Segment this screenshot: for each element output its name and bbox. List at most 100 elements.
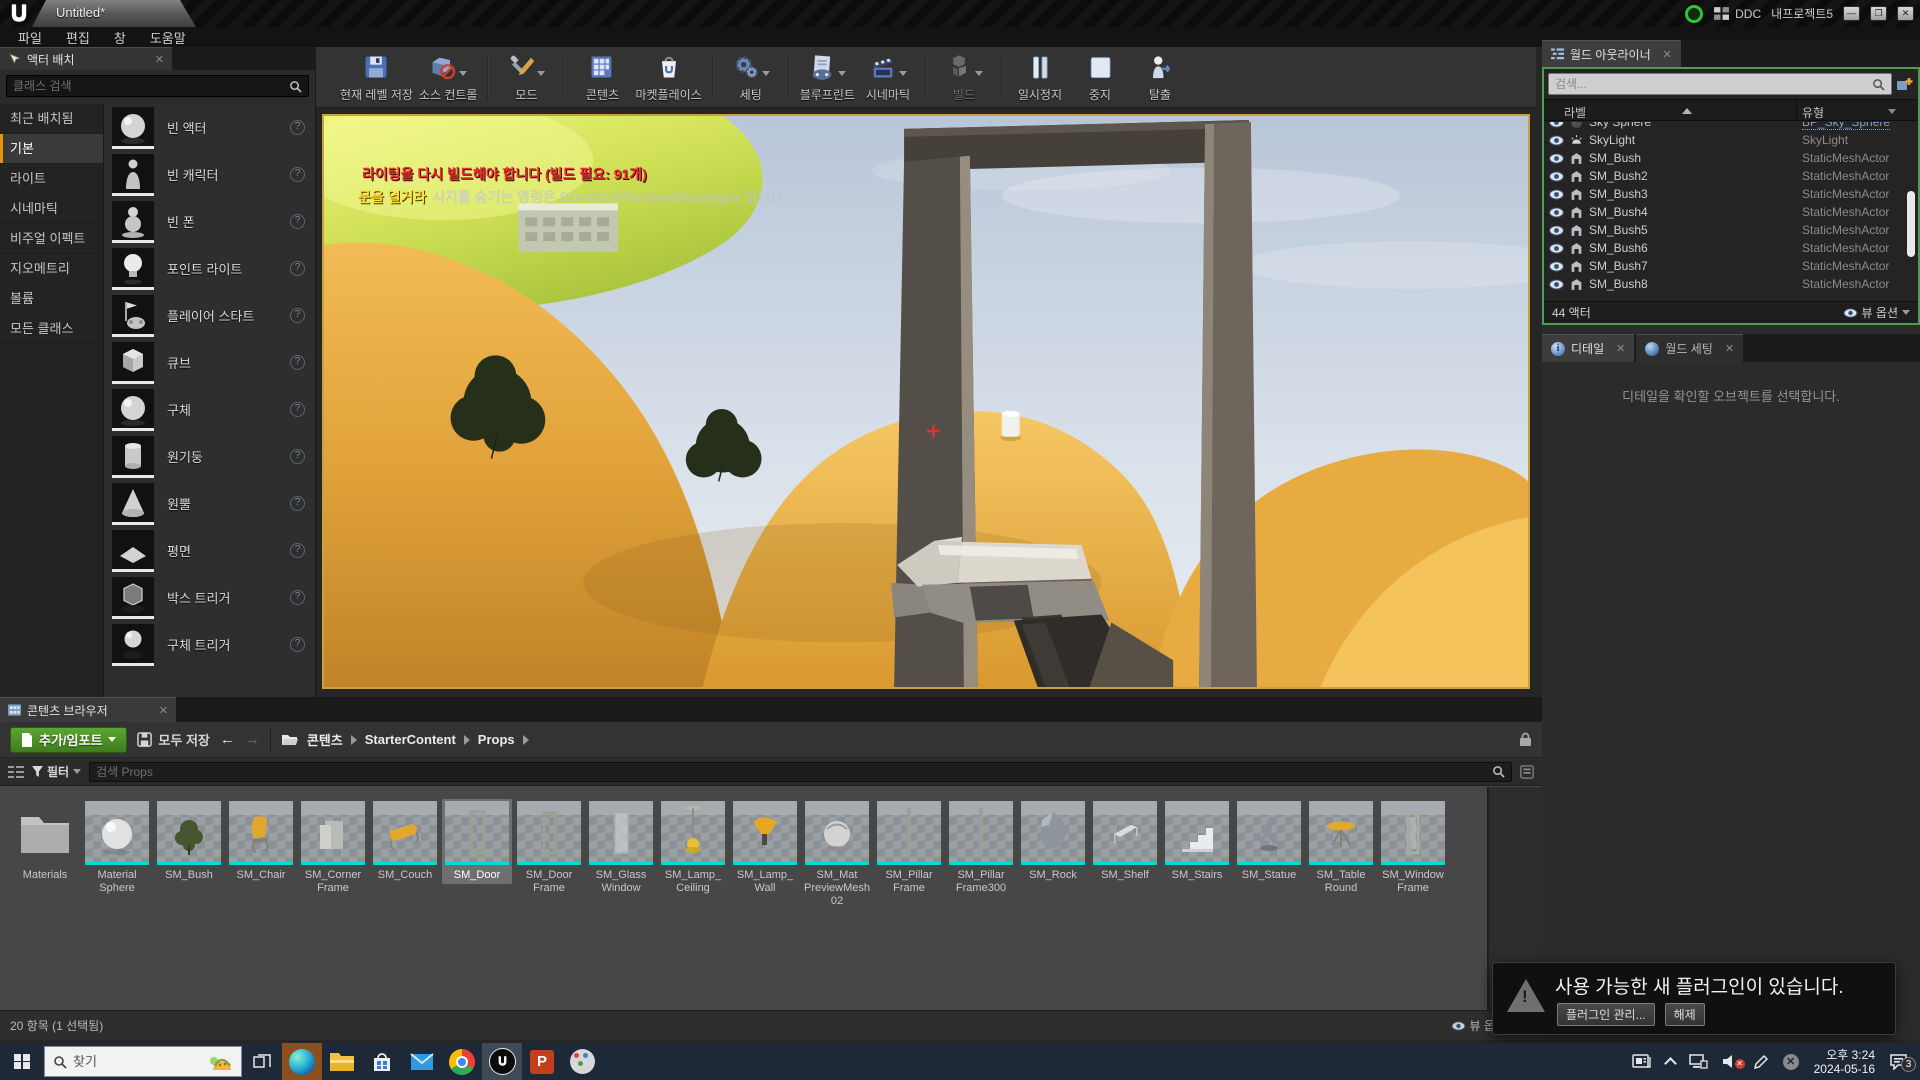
place-actor-item[interactable]: 빈 액터 ? <box>104 104 315 151</box>
place-actor-item[interactable]: 큐브 ? <box>104 339 315 386</box>
save-all-button[interactable]: 모두 저장 <box>137 730 209 749</box>
outliner-row[interactable]: SM_Bush5 StaticMeshActor <box>1544 221 1918 239</box>
taskbar-explorer[interactable] <box>322 1043 362 1080</box>
minimize-button[interactable]: — <box>1843 6 1860 21</box>
saved-search-icon[interactable] <box>1520 765 1534 779</box>
close-icon[interactable]: ✕ <box>1725 342 1734 355</box>
asset-search-input[interactable] <box>96 765 1492 779</box>
filter-button[interactable]: 필터 <box>32 763 81 780</box>
outliner-row[interactable]: Sky Sphere BP_Sky_Sphere <box>1544 122 1918 131</box>
close-icon[interactable]: ✕ <box>1663 48 1672 61</box>
asset-item[interactable]: SM_Lamp_ Wall <box>730 799 800 897</box>
outliner-scrollbar[interactable] <box>1907 191 1915 257</box>
place-actor-item[interactable]: 박스 트리거 ? <box>104 574 315 621</box>
hidden-icons-chevron[interactable] <box>1659 1055 1682 1068</box>
category-item[interactable]: 시네마틱 <box>0 194 103 224</box>
world-settings-tab[interactable]: 월드 세팅 ✕ <box>1636 334 1743 362</box>
visibility-eye-icon[interactable] <box>1548 153 1565 164</box>
toolbar-source-button[interactable]: 소스 컨트롤 <box>419 52 478 103</box>
taskbar-search[interactable] <box>44 1046 242 1077</box>
world-outliner-tab[interactable]: 월드 아웃라이너 ✕ <box>1542 40 1681 67</box>
type-filter-icon[interactable] <box>1888 109 1896 114</box>
breadcrumb-startercontent[interactable]: StarterContent <box>365 732 456 747</box>
toolbar-modes-button[interactable]: 모드 <box>499 52 553 103</box>
close-icon[interactable]: ✕ <box>155 53 164 66</box>
place-actor-item[interactable]: 구체 ? <box>104 386 315 433</box>
toolbar-marketplace-button[interactable]: 마켓플레이스 <box>635 52 701 103</box>
help-icon[interactable]: ? <box>290 167 305 182</box>
visibility-eye-icon[interactable] <box>1548 135 1565 146</box>
volume-muted-icon[interactable]: ✕ <box>1715 1054 1746 1069</box>
visibility-eye-icon[interactable] <box>1548 279 1565 290</box>
taskbar-mail[interactable] <box>402 1043 442 1080</box>
chevron-down-icon[interactable] <box>899 71 907 76</box>
outliner-row[interactable]: SM_Bush StaticMeshActor <box>1544 149 1918 167</box>
visibility-eye-icon[interactable] <box>1548 122 1565 128</box>
breadcrumb-content[interactable]: 콘텐츠 <box>307 730 343 749</box>
visibility-eye-icon[interactable] <box>1548 171 1565 182</box>
visibility-eye-icon[interactable] <box>1548 207 1565 218</box>
outliner-row[interactable]: SM_Bush8 StaticMeshActor <box>1544 275 1918 293</box>
class-search-input[interactable] <box>13 79 289 93</box>
help-icon[interactable]: ? <box>290 355 305 370</box>
place-actor-item[interactable]: 플레이어 스타트 ? <box>104 292 315 339</box>
menu-window[interactable]: 창 <box>102 27 138 48</box>
asset-item[interactable]: SM_Shelf <box>1090 799 1160 884</box>
search-highlight-taco-icon[interactable] <box>209 1052 233 1072</box>
content-browser-tab[interactable]: 콘텐츠 브라우저 ✕ <box>0 697 176 722</box>
toolbar-stop-button[interactable]: 중지 <box>1073 52 1127 103</box>
outliner-row[interactable]: SM_Bush6 StaticMeshActor <box>1544 239 1918 257</box>
toolbar-blueprints-button[interactable]: 블루프린트 <box>800 52 855 103</box>
chevron-down-icon[interactable] <box>975 71 983 76</box>
help-icon[interactable]: ? <box>290 637 305 652</box>
asset-item[interactable]: SM_Pillar Frame300 <box>946 799 1016 897</box>
chevron-down-icon[interactable] <box>459 71 467 76</box>
help-icon[interactable]: ? <box>290 214 305 229</box>
taskbar-clock[interactable]: 오후 3:24 2024-05-16 <box>1806 1048 1883 1076</box>
details-tab[interactable]: i 디테일 ✕ <box>1542 334 1634 362</box>
sources-panel-icon[interactable] <box>8 765 24 779</box>
start-button[interactable] <box>0 1043 44 1080</box>
maximize-button[interactable]: ❐ <box>1870 6 1887 21</box>
toolbar-pause-button[interactable]: 일시정지 <box>1013 52 1067 103</box>
forward-button[interactable]: → <box>245 731 260 748</box>
visibility-eye-icon[interactable] <box>1548 261 1565 272</box>
taskbar-powerpoint[interactable]: P <box>522 1043 562 1080</box>
visibility-eye-icon[interactable] <box>1548 225 1565 236</box>
asset-item[interactable]: SM_Rock <box>1018 799 1088 884</box>
asset-item[interactable]: SM_Table Round <box>1306 799 1376 897</box>
widgets-icon[interactable] <box>1625 1054 1659 1070</box>
taskbar-chrome[interactable] <box>442 1043 482 1080</box>
breadcrumb-props[interactable]: Props <box>478 732 515 747</box>
asset-item[interactable]: SM_Lamp_ Ceiling <box>658 799 728 897</box>
outliner-row[interactable]: SM_Bush7 StaticMeshActor <box>1544 257 1918 275</box>
help-icon[interactable]: ? <box>290 496 305 511</box>
toolbar-settings-button[interactable]: 세팅 <box>724 52 778 103</box>
help-icon[interactable]: ? <box>290 261 305 276</box>
toolbar-content-button[interactable]: 콘텐츠 <box>575 52 629 103</box>
visibility-eye-icon[interactable] <box>1548 189 1565 200</box>
taskbar-unreal[interactable] <box>482 1043 522 1080</box>
taskbar-search-input[interactable] <box>73 1054 203 1069</box>
add-actor-icon[interactable] <box>1896 76 1914 92</box>
help-icon[interactable]: ? <box>290 590 305 605</box>
taskbar-paint[interactable] <box>562 1043 602 1080</box>
asset-item[interactable]: SM_Glass Window <box>586 799 656 897</box>
asset-item[interactable]: SM_Pillar Frame <box>874 799 944 897</box>
toolbar-cinematics-button[interactable]: 시네마틱 <box>861 52 915 103</box>
asset-item[interactable]: SM_Chair <box>226 799 296 884</box>
help-icon[interactable]: ? <box>290 120 305 135</box>
pen-icon[interactable] <box>1746 1054 1776 1070</box>
close-button[interactable]: ✕ <box>1897 6 1914 21</box>
category-item[interactable]: 라이트 <box>0 164 103 194</box>
place-actor-item[interactable]: 평면 ? <box>104 527 315 574</box>
toolbar-eject-button[interactable]: 탈출 <box>1133 52 1187 103</box>
ddc-button[interactable]: DDC <box>1713 6 1761 21</box>
toolbar-build-button[interactable]: 빌드 <box>937 52 991 103</box>
asset-item[interactable]: SM_Corner Frame <box>298 799 368 897</box>
place-actor-item[interactable]: 구체 트리거 ? <box>104 621 315 668</box>
outliner-row[interactable]: SkyLight SkyLight <box>1544 131 1918 149</box>
place-actor-item[interactable]: 원뿔 ? <box>104 480 315 527</box>
place-actor-item[interactable]: 포인트 라이트 ? <box>104 245 315 292</box>
close-icon[interactable]: ✕ <box>1616 342 1625 355</box>
